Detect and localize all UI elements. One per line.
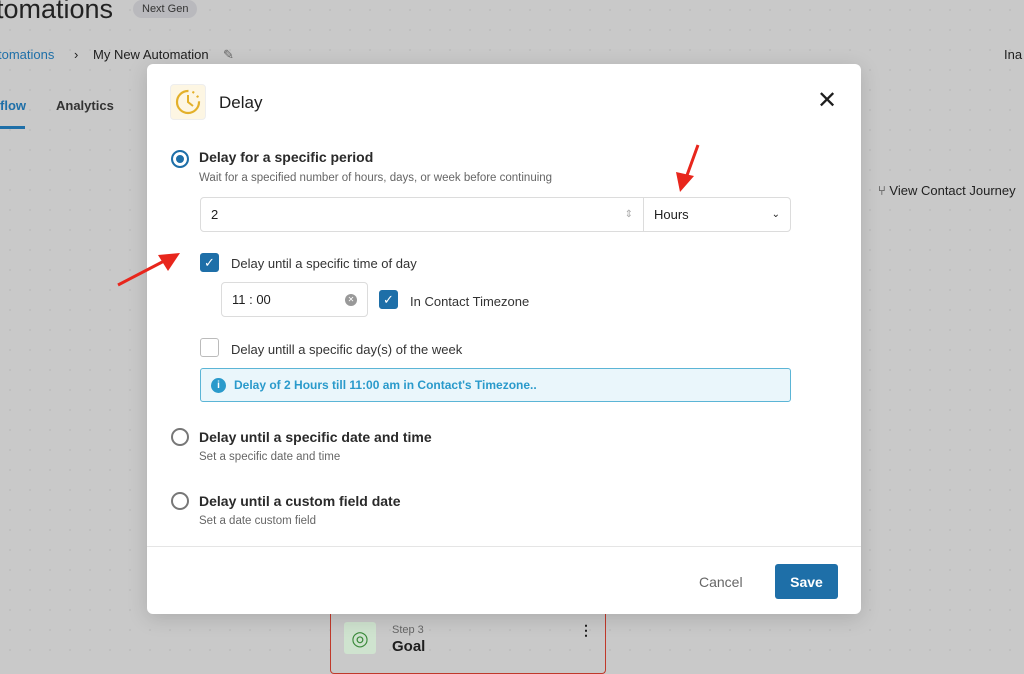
option-date-time-label: Delay until a specific date and time	[199, 429, 432, 445]
radio-custom-field[interactable]	[171, 492, 189, 510]
option-date-time-desc: Set a specific date and time	[199, 451, 341, 463]
time-value: 11 : 00	[232, 292, 271, 307]
radio-date-time[interactable]	[171, 428, 189, 446]
annotation-arrow-icon	[676, 144, 700, 192]
delay-summary-text: Delay of 2 Hours till 11:00 am in Contac…	[234, 378, 537, 392]
footer-divider	[147, 546, 861, 547]
step-number: Step 3	[392, 624, 424, 636]
delay-unit-select[interactable]: Hours ⌄	[643, 197, 791, 232]
user-menu[interactable]: Ina	[1004, 47, 1022, 62]
step-name: Goal	[392, 638, 426, 655]
branch-icon: ⑂	[878, 183, 890, 198]
option-custom-field-desc: Set a date custom field	[199, 515, 316, 527]
save-button[interactable]: Save	[775, 564, 838, 599]
modal-title: Delay	[219, 93, 263, 112]
pencil-icon[interactable]: ✎	[223, 47, 234, 63]
time-input[interactable]: 11 : 00 ✕	[221, 282, 368, 317]
breadcrumb-current: My New Automation	[93, 47, 209, 62]
time-of-day-label: Delay until a specific time of day	[231, 256, 417, 271]
step-card-goal[interactable]: ◎ Step 3 Goal ⋮	[330, 604, 606, 674]
delay-amount-input[interactable]: 2 ⇕	[200, 197, 644, 232]
more-options-icon[interactable]: ⋮	[579, 622, 593, 639]
days-of-week-label: Delay untill a specific day(s) of the we…	[231, 342, 463, 357]
option-custom-field-label: Delay until a custom field date	[199, 493, 401, 509]
tab-workflow[interactable]: flow	[0, 98, 26, 113]
target-icon: ◎	[344, 622, 376, 654]
view-contact-journey-button[interactable]: ⑂ View Contact Journey	[878, 183, 1016, 198]
page-title: tomations	[0, 0, 114, 24]
delay-summary-info: i Delay of 2 Hours till 11:00 am in Conta…	[200, 368, 791, 402]
clear-icon[interactable]: ✕	[345, 293, 357, 306]
close-icon[interactable]: ✕	[817, 89, 837, 113]
info-icon: i	[211, 377, 226, 393]
next-gen-badge: Next Gen	[133, 0, 198, 18]
annotation-arrow-icon	[117, 253, 180, 287]
option-specific-period-label: Delay for a specific period	[199, 149, 374, 165]
radio-specific-period[interactable]	[171, 150, 189, 168]
stepper-icon[interactable]: ⇕	[625, 209, 633, 220]
contact-timezone-label: In Contact Timezone	[410, 294, 530, 309]
clock-icon	[170, 84, 206, 120]
chevron-right-icon: ›	[74, 47, 79, 62]
days-of-week-checkbox[interactable]	[200, 338, 219, 357]
view-journey-label: View Contact Journey	[889, 183, 1016, 198]
cancel-button[interactable]: Cancel	[699, 574, 743, 590]
option-specific-period-desc: Wait for a specified number of hours, da…	[199, 172, 553, 184]
chevron-down-icon: ⌄	[771, 209, 780, 220]
delay-unit-value: Hours	[654, 207, 689, 222]
time-of-day-checkbox[interactable]: ✓	[200, 253, 219, 272]
active-tab-indicator	[0, 126, 25, 129]
delay-modal: Delay ✕ Delay for a specific period Wait…	[147, 64, 861, 614]
tab-analytics[interactable]: Analytics	[56, 98, 114, 113]
breadcrumb-automations-link[interactable]: tomations	[0, 47, 54, 62]
delay-amount-value: 2	[211, 207, 219, 222]
contact-timezone-checkbox[interactable]: ✓	[379, 290, 398, 309]
